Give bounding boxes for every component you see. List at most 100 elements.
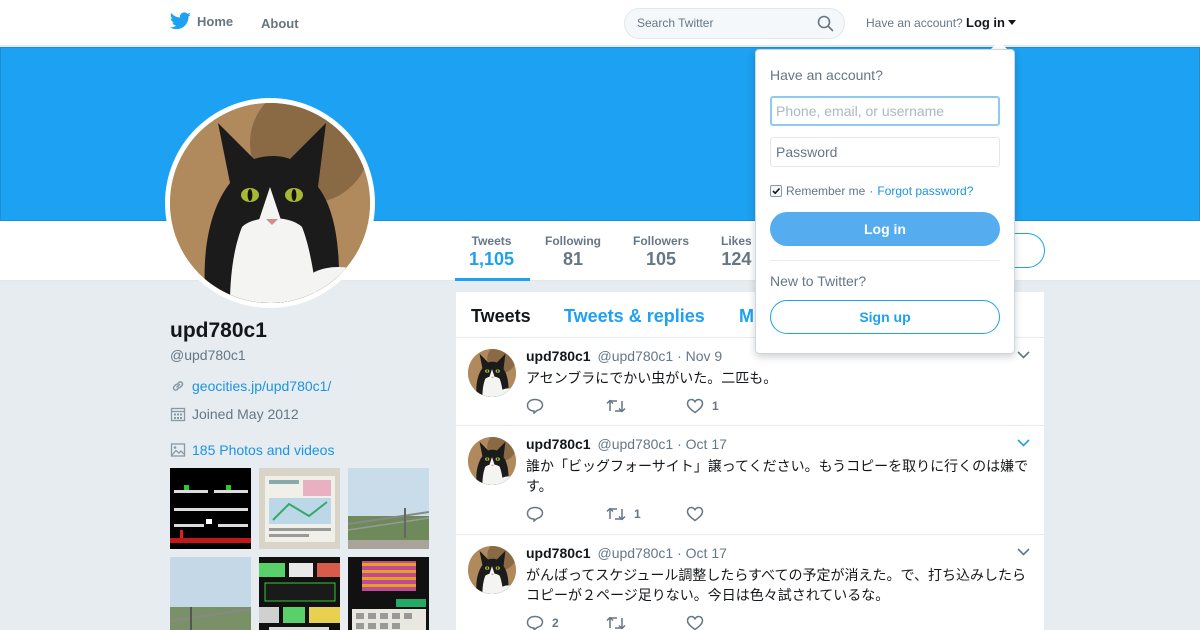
link-icon (170, 378, 186, 394)
divider (770, 260, 1000, 261)
tweet-text: がんばってスケジュール調整したらすべての予定が消えた。で、打ち込みしたらコピーが… (526, 567, 1026, 603)
tweet-timestamp[interactable]: · Oct 17 (677, 545, 727, 561)
nav-about-link[interactable]: About (261, 16, 299, 31)
retweet-count: 1 (634, 507, 641, 521)
profile-website-link[interactable]: geocities.jp/upd780c1/ (192, 378, 331, 394)
tweet-actions: 1 (526, 398, 766, 414)
profile-handle[interactable]: @upd780c1 (170, 347, 246, 363)
like-button[interactable] (686, 615, 766, 630)
tweet-header: upd780c1 @upd780c1 · Nov 9 (526, 348, 722, 364)
twitter-bird-icon (170, 12, 191, 30)
calendar-icon (170, 406, 186, 422)
have-account-text: Have an account? (866, 16, 963, 30)
login-dropdown: Have an account? Phone, email, or userna… (755, 49, 1015, 354)
tweet-text: 誰か「ビッグフォーサイト」譲ってください。もうコピーを取りに行くのは嫌です。 (526, 458, 1029, 494)
stat-label: Likes (721, 234, 752, 248)
heart-icon (686, 506, 704, 522)
tweet[interactable]: upd780c1 @upd780c1 · Oct 17 誰か「ビッグフォーサイト… (456, 426, 1044, 535)
stat-following[interactable]: Following 81 (545, 234, 601, 270)
media-thumbnail[interactable] (259, 557, 340, 630)
retweet-icon (606, 399, 626, 413)
separator-dot: · (869, 184, 874, 198)
reply-button[interactable] (526, 506, 606, 522)
stat-value: 1,105 (469, 249, 515, 269)
tab-tweets-and-replies[interactable]: Tweets & replies (564, 306, 705, 327)
tweet-author-name[interactable]: upd780c1 (526, 348, 591, 364)
stat-value: 124 (721, 249, 752, 269)
tweet-author-handle[interactable]: @upd780c1 (597, 348, 673, 364)
like-button[interactable]: 1 (686, 398, 766, 414)
active-stat-underline (455, 278, 530, 281)
tweet-avatar[interactable] (468, 437, 516, 485)
tweet-header: upd780c1 @upd780c1 · Oct 17 (526, 436, 727, 452)
caret-down-icon (1008, 20, 1016, 25)
username-field[interactable]: Phone, email, or username (770, 96, 1000, 126)
heart-icon (686, 398, 704, 414)
like-count: 1 (712, 399, 719, 413)
forgot-password-link[interactable]: Forgot password? (877, 184, 973, 198)
password-field[interactable]: Password (770, 137, 1000, 167)
search-box[interactable]: Search Twitter (624, 8, 845, 39)
stat-label: Followers (633, 234, 690, 248)
tweet-timestamp[interactable]: · Nov 9 (677, 348, 722, 364)
photos-videos-row[interactable]: 185 Photos and videos (170, 442, 334, 458)
stat-tweets[interactable]: Tweets 1,105 (469, 234, 514, 270)
tweet-author-name[interactable]: upd780c1 (526, 436, 591, 452)
heart-icon (686, 615, 704, 630)
search-input[interactable]: Search Twitter (637, 16, 713, 30)
signup-button[interactable]: Sign up (770, 300, 1000, 334)
like-button[interactable] (686, 506, 766, 522)
tweet-author-name[interactable]: upd780c1 (526, 545, 591, 561)
stat-likes[interactable]: Likes 124 (721, 234, 752, 270)
tweet-header: upd780c1 @upd780c1 · Oct 17 (526, 545, 727, 561)
login-button[interactable]: Log in (770, 212, 1000, 246)
retweet-button[interactable] (606, 616, 686, 630)
tweet-timestamp[interactable]: · Oct 17 (677, 436, 727, 452)
reply-icon (526, 398, 544, 414)
profile-joined-row: Joined May 2012 (170, 406, 299, 422)
top-navigation-bar: Home About Search Twitter Have an accoun… (0, 0, 1200, 46)
reply-button[interactable]: 2 (526, 615, 606, 630)
chevron-down-icon[interactable] (1017, 351, 1030, 359)
tweet-text: アセンブラにでかい虫がいた。二匹も。 (526, 370, 778, 386)
media-thumbnail[interactable] (348, 557, 429, 630)
reply-icon (526, 615, 544, 630)
search-icon[interactable] (817, 15, 834, 32)
chevron-down-icon[interactable] (1017, 548, 1030, 556)
media-thumbnail[interactable] (170, 557, 251, 630)
reply-count: 2 (552, 616, 559, 630)
tab-tweets[interactable]: Tweets (471, 306, 531, 327)
retweet-button[interactable]: 1 (606, 507, 686, 521)
login-dropdown-toggle[interactable]: Log in (966, 15, 1016, 30)
photo-icon (170, 442, 186, 458)
media-thumbnail[interactable] (348, 468, 429, 549)
stat-followers[interactable]: Followers 105 (633, 234, 689, 270)
profile-display-name[interactable]: upd780c1 (170, 319, 267, 343)
reply-button[interactable] (526, 398, 606, 414)
nav-home-link[interactable]: Home (170, 12, 233, 30)
remember-me-label[interactable]: Remember me (786, 184, 865, 198)
profile-avatar[interactable] (165, 98, 375, 308)
tweet[interactable]: upd780c1 @upd780c1 · Oct 17 がんばってスケジュール調… (456, 535, 1044, 630)
retweet-button[interactable] (606, 399, 686, 413)
nav-home-label: Home (197, 13, 234, 29)
stat-value: 81 (562, 249, 584, 269)
login-toggle-label: Log in (966, 15, 1005, 30)
remember-me-row: Remember me · Forgot password? (770, 184, 973, 198)
media-thumbnail[interactable] (170, 468, 251, 549)
retweet-icon (606, 507, 626, 521)
stat-label: Tweets (471, 234, 512, 248)
remember-me-checkbox[interactable] (770, 185, 782, 197)
tweet-author-handle[interactable]: @upd780c1 (597, 436, 673, 452)
media-thumbnail-grid (170, 468, 430, 630)
tweet-avatar[interactable] (468, 349, 516, 397)
media-thumbnail[interactable] (259, 468, 340, 549)
tweet-avatar[interactable] (468, 546, 516, 594)
stat-value: 105 (645, 249, 677, 269)
photos-videos-link[interactable]: 185 Photos and videos (192, 442, 334, 458)
chevron-down-icon[interactable] (1017, 439, 1030, 447)
tab-media[interactable]: M (739, 306, 754, 327)
tweet-author-handle[interactable]: @upd780c1 (597, 545, 673, 561)
tweet-actions: 2 (526, 615, 766, 630)
retweet-icon (606, 616, 626, 630)
